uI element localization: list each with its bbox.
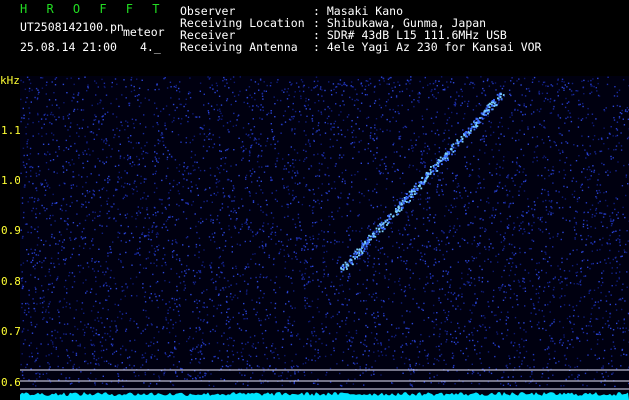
freq-tick: 1.0 <box>1 174 21 187</box>
hrofft-logo: H R O F F T <box>20 2 166 16</box>
index-label: 4._ <box>140 40 161 54</box>
header-panel: H R O F F T UT2508142100.pn meteor 25.08… <box>0 0 629 76</box>
detection-tag: meteor <box>123 25 165 39</box>
freq-tick: 0.8 <box>1 275 21 288</box>
freq-axis: 1.1 1.0 0.9 0.8 0.7 0.6 <box>0 76 21 400</box>
freq-tick: 1.1 <box>1 124 21 137</box>
freq-tick: 0.6 <box>1 376 21 389</box>
antenna-value: : 4ele Yagi Az 230 for Kansai VOR <box>313 40 542 54</box>
freq-tick: 0.9 <box>1 224 21 237</box>
spectrogram <box>20 76 629 400</box>
datetime-label: 25.08.14 21:00 <box>20 40 117 54</box>
freq-tick: 0.7 <box>1 325 21 338</box>
antenna-label: Receiving Antenna <box>180 40 298 54</box>
filename-label: UT2508142100.pn <box>20 20 124 34</box>
